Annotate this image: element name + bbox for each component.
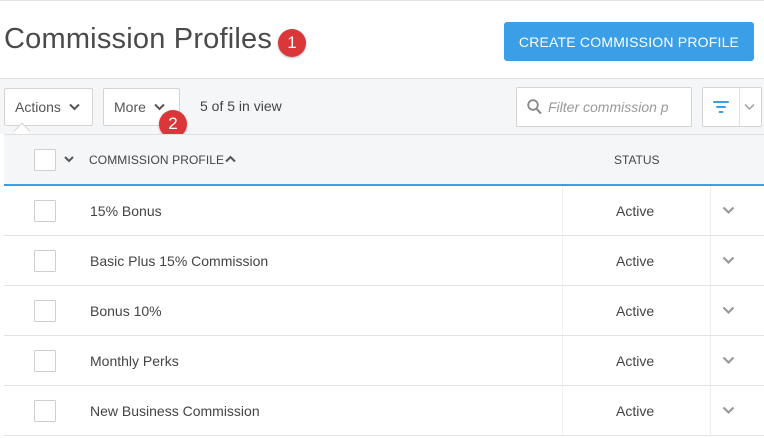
chevron-down-icon[interactable]: [64, 156, 74, 163]
column-divider: [562, 186, 563, 235]
row-checkbox[interactable]: [34, 250, 56, 272]
column-divider: [562, 386, 563, 435]
table-row[interactable]: Basic Plus 15% Commission Active: [4, 236, 764, 286]
status-value: Active: [616, 403, 655, 419]
filter-icon: [713, 101, 729, 113]
toolbar: Actions More 5 of 5 in view 2: [0, 78, 764, 140]
chevron-down-icon[interactable]: [722, 306, 735, 315]
page-header: Commission Profiles 1 CREATE COMMISSION …: [0, 0, 764, 78]
status-value: Active: [616, 253, 655, 269]
table-row[interactable]: New Business Commission Active: [4, 386, 764, 436]
chevron-down-icon: [154, 103, 165, 111]
chevron-down-icon[interactable]: [744, 103, 755, 111]
row-checkbox[interactable]: [34, 300, 56, 322]
chevron-down-icon: [69, 103, 80, 111]
search-box[interactable]: [516, 87, 692, 127]
column-divider: [710, 336, 711, 385]
profile-name[interactable]: New Business Commission: [90, 403, 260, 419]
row-checkbox[interactable]: [34, 200, 56, 222]
column-divider: [710, 186, 711, 235]
column-divider: [562, 286, 563, 335]
table-header: COMMISSION PROFILE STATUS: [4, 134, 764, 186]
actions-dropdown-button[interactable]: Actions: [4, 88, 93, 126]
filter-divider: [739, 88, 740, 126]
column-header-status[interactable]: STATUS: [614, 153, 660, 167]
column-divider: [562, 336, 563, 385]
profile-name[interactable]: Monthly Perks: [90, 353, 179, 369]
more-label: More: [114, 99, 146, 115]
column-divider: [710, 286, 711, 335]
page-title: Commission Profiles: [4, 23, 273, 55]
table-row[interactable]: Monthly Perks Active: [4, 336, 764, 386]
create-commission-profile-button[interactable]: CREATE COMMISSION PROFILE: [504, 22, 754, 61]
profile-name[interactable]: Basic Plus 15% Commission: [90, 253, 268, 269]
actions-label: Actions: [15, 99, 61, 115]
status-value: Active: [616, 353, 655, 369]
table-row[interactable]: 15% Bonus Active: [4, 186, 764, 236]
column-divider: [710, 386, 711, 435]
chevron-down-icon[interactable]: [722, 406, 735, 415]
chevron-down-icon[interactable]: [722, 356, 735, 365]
profile-name[interactable]: 15% Bonus: [90, 203, 162, 219]
in-view-count: 5 of 5 in view: [200, 98, 282, 114]
status-value: Active: [616, 203, 655, 219]
status-value: Active: [616, 303, 655, 319]
search-input[interactable]: [548, 94, 688, 120]
select-all-checkbox[interactable]: [34, 149, 56, 171]
column-divider: [562, 236, 563, 285]
callout-badge-1: 1: [278, 29, 306, 57]
table-body: 15% Bonus Active Basic Plus 15% Commissi…: [4, 186, 764, 436]
row-checkbox[interactable]: [34, 400, 56, 422]
column-divider: [710, 236, 711, 285]
table-row[interactable]: Bonus 10% Active: [4, 286, 764, 336]
chevron-down-icon[interactable]: [722, 206, 735, 215]
profile-name[interactable]: Bonus 10%: [90, 303, 162, 319]
chevron-down-icon[interactable]: [722, 256, 735, 265]
filter-button[interactable]: [702, 87, 762, 127]
column-header-profile[interactable]: COMMISSION PROFILE: [89, 153, 224, 167]
search-icon: [527, 99, 542, 114]
row-checkbox[interactable]: [34, 350, 56, 372]
sort-ascending-icon[interactable]: [225, 155, 236, 163]
